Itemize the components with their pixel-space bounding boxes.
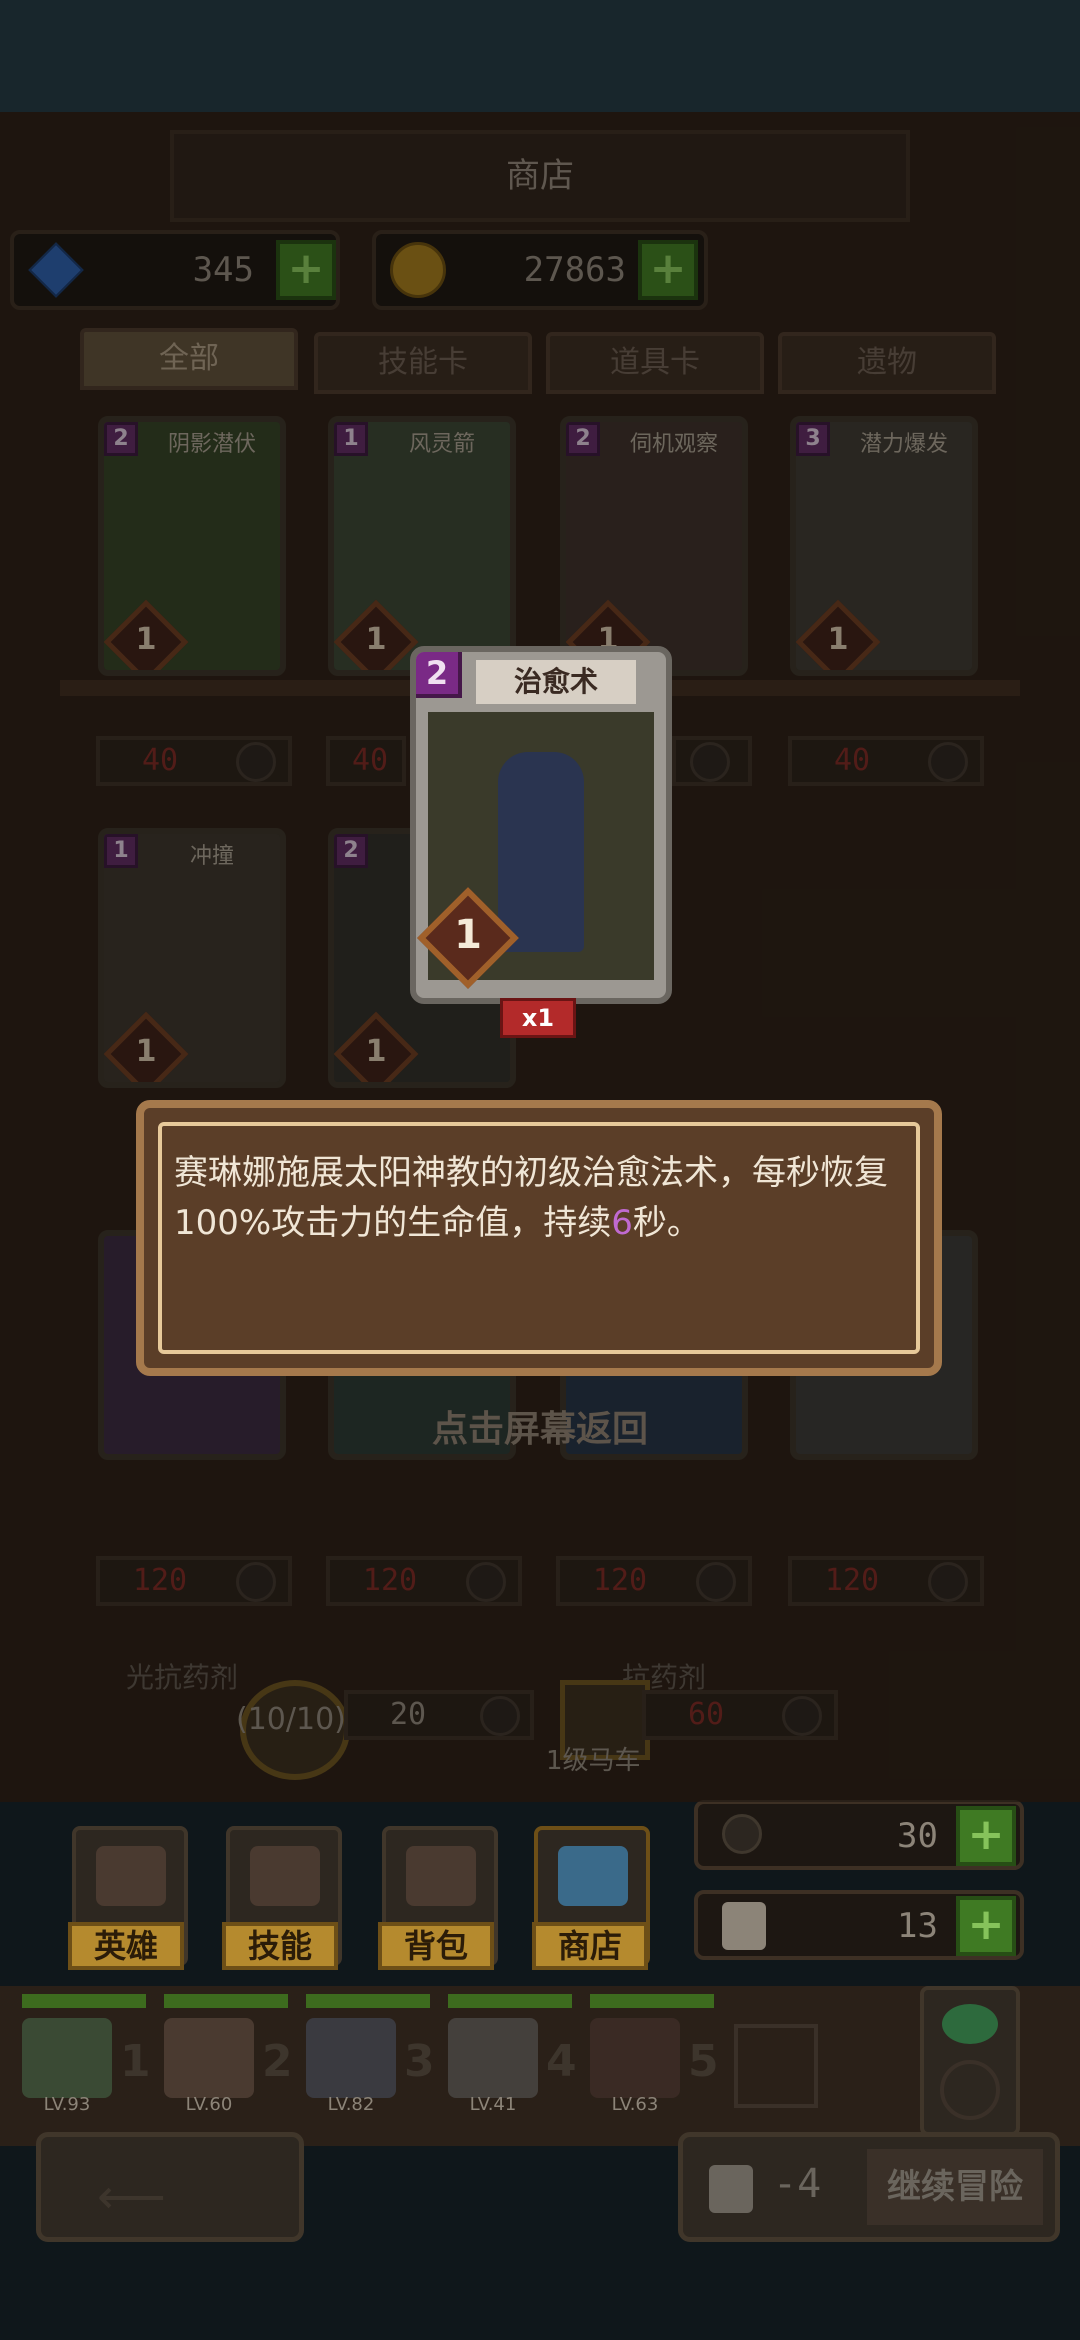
hp-bar bbox=[590, 1994, 714, 2008]
backpack-icon bbox=[406, 1846, 476, 1906]
party-slot[interactable]: 4 LV.41 bbox=[448, 1994, 577, 2124]
hero-level: LV.82 bbox=[327, 2094, 375, 2115]
shop-icon bbox=[558, 1846, 628, 1906]
menu-shop-label[interactable]: 商店 bbox=[532, 1922, 648, 1970]
sword-counter: 30 + bbox=[694, 1800, 1024, 1870]
settings-icon bbox=[940, 2060, 1000, 2120]
add-bag-button[interactable]: + bbox=[956, 1896, 1016, 1956]
hp-bar bbox=[448, 1994, 572, 2008]
eye-icon bbox=[942, 2004, 998, 2044]
bag-icon bbox=[709, 2165, 753, 2213]
tap-to-return-hint: 点击屏幕返回 bbox=[431, 1409, 648, 1450]
slot-number: 2 bbox=[262, 2036, 293, 2087]
hero-level: LV.60 bbox=[185, 2094, 233, 2115]
desc-duration-value: 6 bbox=[611, 1203, 633, 1243]
hero-level: LV.41 bbox=[469, 2094, 517, 2115]
popup-card-level: 1 bbox=[454, 912, 482, 958]
hp-bar bbox=[164, 1994, 288, 2008]
menu-skills-label[interactable]: 技能 bbox=[222, 1922, 338, 1970]
add-sword-button[interactable]: + bbox=[956, 1806, 1016, 1866]
description-text: 赛琳娜施展太阳神教的初级治愈法术，每秒恢复100%攻击力的生命值，持续6秒。 bbox=[174, 1148, 894, 1248]
arrow-left-icon: ⟵ bbox=[97, 2169, 166, 2225]
desc-text-tail: 秒。 bbox=[632, 1203, 701, 1243]
hero-avatar bbox=[448, 2018, 538, 2098]
empty-slot-icon[interactable] bbox=[734, 2024, 818, 2108]
skill-icon bbox=[250, 1846, 320, 1906]
slot-number: 3 bbox=[404, 2036, 435, 2087]
party-slot[interactable]: 2 LV.60 bbox=[164, 1994, 293, 2124]
slot-number: 4 bbox=[546, 2036, 577, 2087]
popup-card-cost: 2 bbox=[416, 652, 462, 698]
party-slot[interactable]: 5 LV.63 bbox=[590, 1994, 719, 2124]
back-button[interactable]: ⟵ bbox=[36, 2132, 304, 2242]
slot-number: 1 bbox=[120, 2036, 151, 2087]
party-slot[interactable]: 1 LV.93 bbox=[22, 1994, 151, 2124]
hp-bar bbox=[22, 1994, 146, 2008]
continue-cost: -4 bbox=[773, 2161, 822, 2207]
hero-avatar bbox=[22, 2018, 112, 2098]
desc-text-main: 赛琳娜施展太阳神教的初级治愈法术，每秒恢复100%攻击力的生命值，持续 bbox=[174, 1153, 888, 1243]
hero-avatar bbox=[164, 2018, 254, 2098]
top-status-bar bbox=[0, 0, 1080, 112]
menu-heroes-label[interactable]: 英雄 bbox=[68, 1922, 184, 1970]
hp-bar bbox=[306, 1994, 430, 2008]
continue-label: 继续冒险 bbox=[867, 2149, 1043, 2225]
popup-card: 治愈术 2 1 bbox=[410, 646, 672, 1004]
description-dialog: 赛琳娜施展太阳神教的初级治愈法术，每秒恢复100%攻击力的生命值，持续6秒。 bbox=[136, 1100, 942, 1376]
hero-level: LV.93 bbox=[43, 2094, 91, 2115]
character-figure bbox=[498, 752, 584, 952]
menu-bag-label[interactable]: 背包 bbox=[378, 1922, 494, 1970]
bag-counter: 13 + bbox=[694, 1890, 1024, 1960]
hero-avatar bbox=[306, 2018, 396, 2098]
sword-amount: 30 bbox=[897, 1816, 938, 1856]
bag-amount: 13 bbox=[897, 1906, 938, 1946]
popup-card-name: 治愈术 bbox=[476, 660, 636, 704]
formation-toggle[interactable] bbox=[920, 1986, 1020, 2136]
hero-avatar bbox=[590, 2018, 680, 2098]
hero-icon bbox=[96, 1846, 166, 1906]
hero-level: LV.63 bbox=[611, 2094, 659, 2115]
bag-icon bbox=[722, 1902, 766, 1950]
party-slot[interactable]: 3 LV.82 bbox=[306, 1994, 435, 2124]
slot-number: 5 bbox=[688, 2036, 719, 2087]
sword-icon bbox=[722, 1814, 762, 1854]
continue-adventure-button[interactable]: -4 继续冒险 bbox=[678, 2132, 1060, 2242]
card-count-badge: x1 bbox=[500, 998, 576, 1038]
